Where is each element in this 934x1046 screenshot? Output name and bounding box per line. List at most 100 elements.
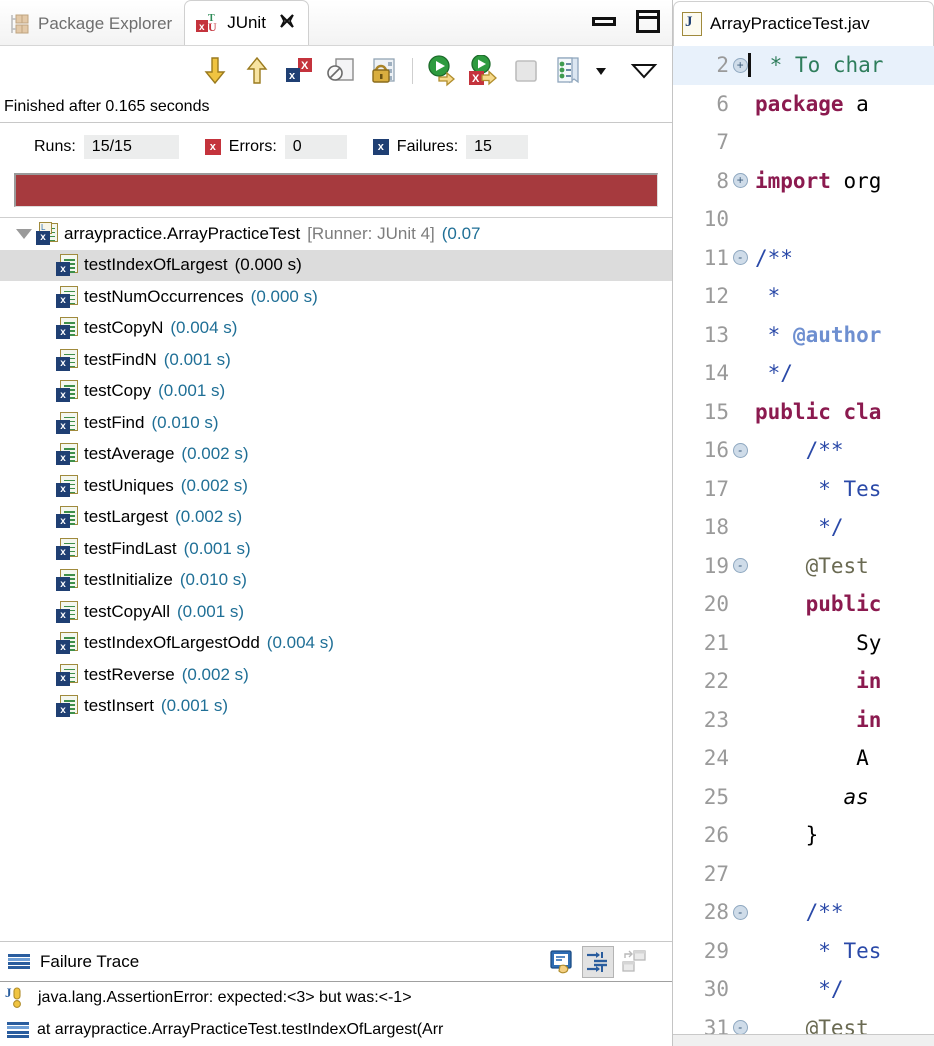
code-text: in — [751, 669, 881, 693]
fold-marker[interactable]: - — [729, 250, 751, 266]
test-suite-icon: L x — [36, 221, 58, 245]
test-result-tree[interactable]: L x arraypractice.ArrayPracticeTest [Run… — [0, 217, 672, 941]
test-row[interactable]: x testLargest (0.002 s) — [0, 502, 672, 534]
code-line[interactable]: 8 + import org — [673, 162, 934, 201]
test-name: testInitialize — [84, 570, 173, 590]
fold-marker[interactable]: - — [729, 1020, 751, 1036]
horizontal-scrollbar[interactable] — [673, 1034, 934, 1046]
test-failed-icon: x — [56, 285, 78, 308]
test-row[interactable]: x testNumOccurrences (0.000 s) — [0, 281, 672, 313]
code-line[interactable]: 19- @Test — [673, 547, 934, 586]
failure-trace-body[interactable]: J java.lang.AssertionError: expected:<3>… — [0, 981, 672, 1046]
test-row[interactable]: x testFindN (0.001 s) — [0, 344, 672, 376]
code-line[interactable]: 24 A — [673, 739, 934, 778]
failure-trace-row[interactable]: J java.lang.AssertionError: expected:<3>… — [0, 982, 672, 1014]
runs-label: Runs: — [34, 138, 76, 155]
failure-trace-header: Failure Trace — [0, 941, 672, 981]
code-line[interactable]: 30 */ — [673, 970, 934, 1009]
code-line[interactable]: 29 * Tes — [673, 932, 934, 971]
test-row[interactable]: x testFindLast (0.001 s) — [0, 533, 672, 565]
code-text: * — [751, 284, 781, 309]
close-icon[interactable] — [278, 12, 296, 35]
code-token: * — [755, 284, 781, 309]
compare-result-button[interactable] — [618, 946, 650, 978]
test-row[interactable]: x testUniques (0.002 s) — [0, 470, 672, 502]
code-area[interactable]: 2 + * To char 6 package a 7 8 + import org 10 11-… — [673, 46, 934, 1046]
code-line[interactable]: 21 Sy — [673, 624, 934, 663]
filter-stack-trace-button[interactable] — [582, 946, 614, 978]
show-ignored-button[interactable] — [323, 53, 359, 89]
expand-collapse-icon[interactable] — [14, 228, 34, 239]
tree-root-row[interactable]: L x arraypractice.ArrayPracticeTest [Run… — [0, 218, 672, 250]
test-row[interactable]: x testIndexOfLargest (0.000 s) — [0, 249, 672, 281]
next-failure-button[interactable] — [197, 53, 233, 89]
tab-junit[interactable]: T x U JUnit — [184, 0, 309, 45]
history-dropdown-button[interactable] — [592, 53, 610, 89]
code-line[interactable]: 16- /** — [673, 431, 934, 470]
code-line[interactable]: 7 — [673, 123, 934, 162]
code-line[interactable]: 11-/** — [673, 239, 934, 278]
test-history-button[interactable] — [550, 53, 586, 89]
maximize-icon[interactable] — [636, 10, 660, 33]
scroll-lock-button[interactable] — [365, 53, 401, 89]
code-line[interactable]: 25 as — [673, 778, 934, 817]
code-line[interactable]: 13 * @author — [673, 316, 934, 355]
code-line[interactable]: 27 — [673, 855, 934, 894]
code-line[interactable]: 2 + * To char — [673, 46, 934, 85]
code-line[interactable]: 20 public — [673, 585, 934, 624]
code-text: * Tes — [751, 477, 881, 501]
java-file-icon: J — [682, 12, 702, 36]
line-number: 21 — [703, 630, 729, 655]
test-duration: (0.002 s) — [175, 507, 243, 527]
test-row[interactable]: x testInitialize (0.010 s) — [0, 565, 672, 597]
rerun-failed-button[interactable]: X — [466, 53, 502, 89]
code-token: a — [856, 91, 869, 116]
line-number: 22 — [703, 669, 729, 694]
code-line[interactable]: 14 */ — [673, 354, 934, 393]
test-name: testInsert — [84, 696, 154, 716]
errors-value: 0 — [284, 135, 347, 159]
code-line[interactable]: 26 } — [673, 816, 934, 855]
tab-package-explorer[interactable]: Package Explorer — [0, 3, 184, 45]
test-name: testFind — [84, 412, 145, 432]
code-line[interactable]: 6 package a — [673, 85, 934, 124]
test-row[interactable]: x testInsert (0.001 s) — [0, 691, 672, 723]
test-row[interactable]: x testIndexOfLargestOdd (0.004 s) — [0, 628, 672, 660]
code-line[interactable]: 22 in — [673, 662, 934, 701]
line-number: 6 — [716, 91, 729, 116]
test-row[interactable]: x testCopyN (0.004 s) — [0, 313, 672, 345]
stop-button[interactable] — [508, 53, 544, 89]
test-row[interactable]: x testAverage (0.002 s) — [0, 439, 672, 471]
errors-label: Errors: — [228, 138, 277, 155]
view-menu-button[interactable] — [626, 53, 662, 89]
failure-trace-row[interactable]: at arraypractice.ArrayPracticeTest.testI… — [0, 1014, 672, 1046]
test-row[interactable]: x testFind (0.010 s) — [0, 407, 672, 439]
test-row[interactable]: x testCopyAll (0.001 s) — [0, 596, 672, 628]
code-line[interactable]: 28- /** — [673, 893, 934, 932]
rerun-test-button[interactable] — [424, 53, 460, 89]
view-tab-bar: Package Explorer T x U JUnit — [0, 0, 672, 46]
line-number: 16 — [703, 438, 729, 463]
show-failures-only-button[interactable]: X x — [281, 53, 317, 89]
minimize-icon[interactable] — [592, 17, 616, 26]
code-line[interactable]: 23 in — [673, 701, 934, 740]
copy-trace-button[interactable] — [546, 946, 578, 978]
test-row[interactable]: x testReverse (0.002 s) — [0, 659, 672, 691]
code-line[interactable]: 18 */ — [673, 508, 934, 547]
fold-marker[interactable]: + — [729, 173, 751, 189]
code-token: */ — [755, 977, 844, 1002]
fold-marker[interactable]: - — [729, 558, 751, 574]
code-line[interactable]: 17 * Tes — [673, 470, 934, 509]
editor-tab-arraypracticetest[interactable]: J ArrayPracticeTest.jav — [673, 1, 934, 46]
previous-failure-button[interactable] — [239, 53, 275, 89]
code-line[interactable]: 10 — [673, 200, 934, 239]
code-text: */ — [751, 361, 793, 385]
code-line[interactable]: 12 * — [673, 277, 934, 316]
code-text: * To char — [748, 53, 883, 78]
code-line[interactable]: 15 public cla — [673, 393, 934, 432]
fold-marker[interactable]: - — [729, 904, 751, 920]
test-row[interactable]: x testCopy (0.001 s) — [0, 376, 672, 408]
code-text: /** — [751, 900, 844, 924]
counters-panel: Runs: 15/15 x Errors: 0 x Failures: 15 — [0, 123, 672, 169]
fold-marker[interactable]: - — [729, 442, 751, 458]
